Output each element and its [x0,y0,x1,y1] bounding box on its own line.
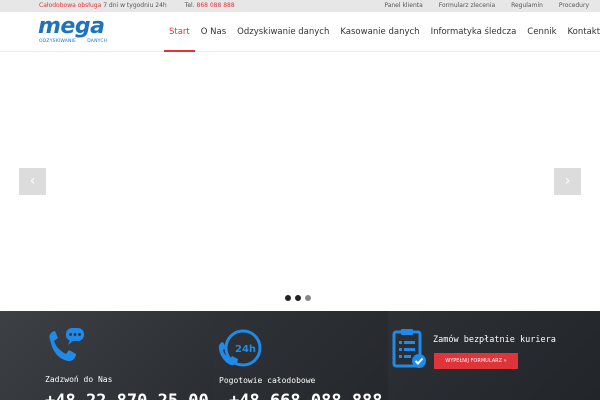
link-client-panel[interactable]: Panel klienta [384,2,422,9]
hero-slider: ‹ › [0,53,600,311]
slider-next-button[interactable]: › [554,168,581,195]
nav-start[interactable]: Start [164,12,195,52]
phone-icon [49,328,84,362]
logo-sub-right: DANYCH [87,39,108,44]
tel-number[interactable]: 868 088 888 [197,2,235,9]
service-text: Całodobowa obsługa [39,2,102,9]
logo-word: mega [38,14,105,39]
chevron-left-icon: ‹ [29,173,36,189]
link-procedures[interactable]: Procedury [559,2,589,9]
panel-courier: Zamów bezpłatnie kuriera WYPEŁNIJ FORMUL… [388,311,600,400]
contact-info: Całodobowa obsługa 7 dni w tygodniu 24h … [39,2,235,9]
slider-dot[interactable] [285,295,291,301]
slider-dot[interactable] [295,295,301,301]
main-nav: Start O Nas Odzyskiwanie danych Kasowani… [164,12,600,52]
slider-dots [285,295,315,301]
logo[interactable]: mega ODZYSKIWANIE DANYCH [38,14,118,48]
emergency-phone-number[interactable]: +48 668 088 888 [229,391,383,400]
emergency-label: Pogotowie całodobowe [219,376,316,385]
nav-pricing[interactable]: Cennik [527,12,556,52]
link-terms[interactable]: Regulamin [511,2,543,9]
panel-emergency: 24h Pogotowie całodobowe +48 668 088 888 [213,311,388,400]
panel-call: Zadzwoń do Nas +48 22 870 25 00 [0,311,213,400]
call-phone-number[interactable]: +48 22 870 25 00 [45,391,209,400]
fill-form-button[interactable]: WYPEŁNIJ FORMULARZ » [434,353,518,369]
nav-data-recovery[interactable]: Odzyskiwanie danych [237,12,329,52]
chevron-right-icon: › [564,173,571,189]
nav-contact[interactable]: Kontakt [568,12,600,52]
nav-forensics[interactable]: Informatyka śledcza [431,12,517,52]
slider-dot[interactable] [305,295,311,301]
logo-subtitle: ODZYSKIWANIE DANYCH [39,39,107,44]
call-label: Zadzwoń do Nas [45,375,113,384]
site-header: mega ODZYSKIWANIE DANYCH Start O Nas Odzy… [0,12,600,52]
top-links: Panel klienta Formularz zlecenia Regulam… [370,2,589,9]
24h-badge-text: 24h [235,344,256,355]
clipboard-check-icon [392,329,426,368]
top-bar: Całodobowa obsługa 7 dni w tygodniu 24h … [0,0,600,12]
nav-about[interactable]: O Nas [201,12,226,52]
courier-label: Zamów bezpłatnie kuriera [433,335,556,345]
logo-sub-left: ODZYSKIWANIE [39,39,77,44]
link-order-form[interactable]: Formularz zlecenia [439,2,495,9]
info-panels: Zadzwoń do Nas +48 22 870 25 00 24h Pogo… [0,311,600,400]
slider-prev-button[interactable]: ‹ [19,168,46,195]
tel-label: Tel. [184,2,197,9]
service-hours: 7 dni w tygodniu 24h [101,2,167,9]
24h-phone-icon: 24h [218,329,262,367]
nav-data-erasure[interactable]: Kasowanie danych [340,12,419,52]
